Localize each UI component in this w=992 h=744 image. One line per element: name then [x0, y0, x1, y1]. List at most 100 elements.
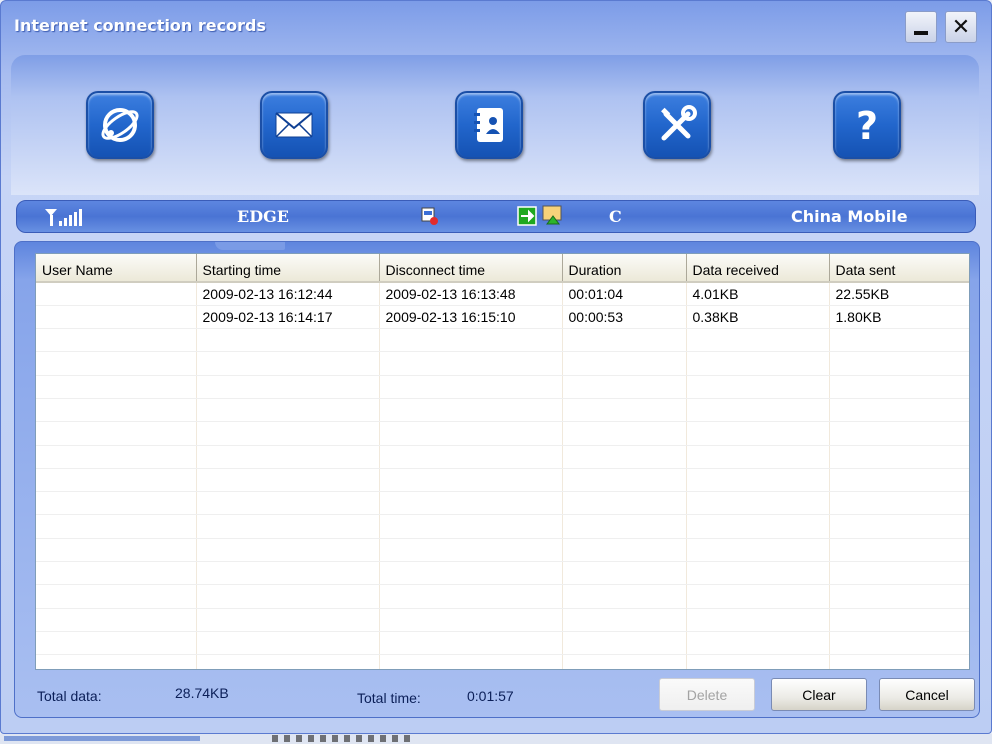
table-cell — [686, 398, 830, 423]
table-cell: 2009-02-13 16:14:17 — [196, 305, 380, 330]
table-cell — [686, 514, 830, 539]
connection-arrow-icon — [517, 206, 537, 230]
envelope-icon — [275, 112, 313, 138]
table-cell: 0.38KB — [686, 305, 830, 330]
records-table[interactable]: User Name Starting time Disconnect time Dur… — [35, 253, 970, 670]
table-row — [36, 561, 969, 586]
help-button[interactable]: ? — [833, 91, 901, 159]
cancel-button[interactable]: Cancel — [879, 678, 975, 711]
column-header[interactable]: Data received — [686, 254, 830, 283]
records-panel: User Name Starting time Disconnect time Dur… — [14, 241, 980, 718]
table-cell: 22.55KB — [829, 282, 969, 306]
table-cell — [196, 445, 380, 469]
table-row — [36, 351, 969, 376]
table-cell — [379, 421, 563, 446]
table-cell — [379, 375, 563, 399]
table-cell — [36, 282, 197, 306]
table-cell — [196, 375, 380, 399]
network-type: EDGE — [237, 207, 289, 226]
table-cell — [36, 305, 197, 330]
taskbar-fragment — [4, 736, 200, 741]
signal-strength-icon — [43, 207, 87, 231]
table-cell — [36, 561, 197, 586]
internet-button[interactable] — [86, 91, 154, 159]
table-cell — [829, 631, 969, 656]
window-title: Internet connection records — [14, 16, 266, 35]
table-cell — [686, 538, 830, 563]
table-cell — [196, 631, 380, 656]
contacts-book-icon — [474, 108, 503, 142]
cutoff-text-fragment — [272, 735, 412, 742]
table-cell — [196, 538, 380, 563]
table-cell — [562, 608, 687, 632]
total-time-value: 0:01:57 — [467, 688, 514, 704]
message-icon — [541, 204, 565, 230]
table-cell — [686, 584, 830, 609]
messages-button[interactable] — [260, 91, 328, 159]
sim-card-icon — [419, 205, 441, 231]
connection-status-value: C — [609, 207, 622, 226]
table-cell — [36, 351, 197, 376]
contacts-button[interactable] — [455, 91, 523, 159]
table-cell — [686, 328, 830, 353]
table-cell: 2009-02-13 16:15:10 — [379, 305, 563, 330]
table-cell — [379, 491, 563, 516]
table-cell — [562, 398, 687, 423]
minimize-button[interactable] — [905, 11, 937, 43]
table-cell — [829, 375, 969, 399]
table-cell — [686, 561, 830, 586]
clear-button[interactable]: Clear — [771, 678, 867, 711]
table-row[interactable]: 2009-02-13 16:14:17 2009-02-13 16:15:10 00… — [36, 305, 969, 330]
table-cell — [829, 328, 969, 353]
table-cell — [686, 631, 830, 656]
table-cell — [829, 398, 969, 423]
delete-button[interactable]: Delete — [659, 678, 755, 711]
table-cell — [562, 375, 687, 399]
table-cell — [829, 654, 969, 669]
title-bar: Internet connection records ✕ — [1, 1, 991, 53]
table-cell — [379, 584, 563, 609]
bottom-edge — [0, 734, 992, 744]
table-cell — [562, 538, 687, 563]
table-cell — [562, 351, 687, 376]
table-cell — [36, 398, 197, 423]
table-cell — [36, 445, 197, 469]
status-bar: EDGE C China Mobile — [16, 200, 976, 233]
close-button[interactable]: ✕ — [945, 11, 977, 43]
table-row — [36, 514, 969, 539]
table-cell: 1.80KB — [829, 305, 969, 330]
settings-button[interactable] — [643, 91, 711, 159]
column-header[interactable]: Disconnect time — [379, 254, 563, 283]
table-cell — [36, 584, 197, 609]
table-cell — [379, 654, 563, 669]
table-row[interactable]: 2009-02-13 16:12:44 2009-02-13 16:13:48 00… — [36, 282, 969, 306]
table-cell — [562, 421, 687, 446]
column-header[interactable]: Duration — [562, 254, 687, 283]
table-cell — [379, 538, 563, 563]
table-cell: 00:00:53 — [562, 305, 687, 330]
connection-records-window: Internet connection records ✕ ? EDGE C C… — [0, 0, 992, 734]
total-data-value: 28.74KB — [175, 685, 229, 701]
column-header[interactable]: Starting time — [196, 254, 380, 283]
table-cell — [829, 608, 969, 632]
table-cell — [829, 538, 969, 563]
table-cell — [196, 351, 380, 376]
table-cell: 00:01:04 — [562, 282, 687, 306]
table-cell — [829, 421, 969, 446]
help-question-icon: ? — [856, 104, 878, 148]
column-header[interactable]: User Name — [36, 254, 197, 283]
table-row — [36, 468, 969, 493]
table-cell — [379, 445, 563, 469]
svg-text:?: ? — [856, 104, 878, 148]
table-cell — [562, 491, 687, 516]
table-row — [36, 631, 969, 656]
table-cell — [829, 351, 969, 376]
table-row — [36, 421, 969, 446]
table-row — [36, 375, 969, 399]
table-cell — [196, 514, 380, 539]
column-header[interactable]: Data sent — [829, 254, 969, 283]
table-cell — [562, 445, 687, 469]
table-cell — [829, 514, 969, 539]
table-cell — [196, 584, 380, 609]
table-cell — [379, 398, 563, 423]
